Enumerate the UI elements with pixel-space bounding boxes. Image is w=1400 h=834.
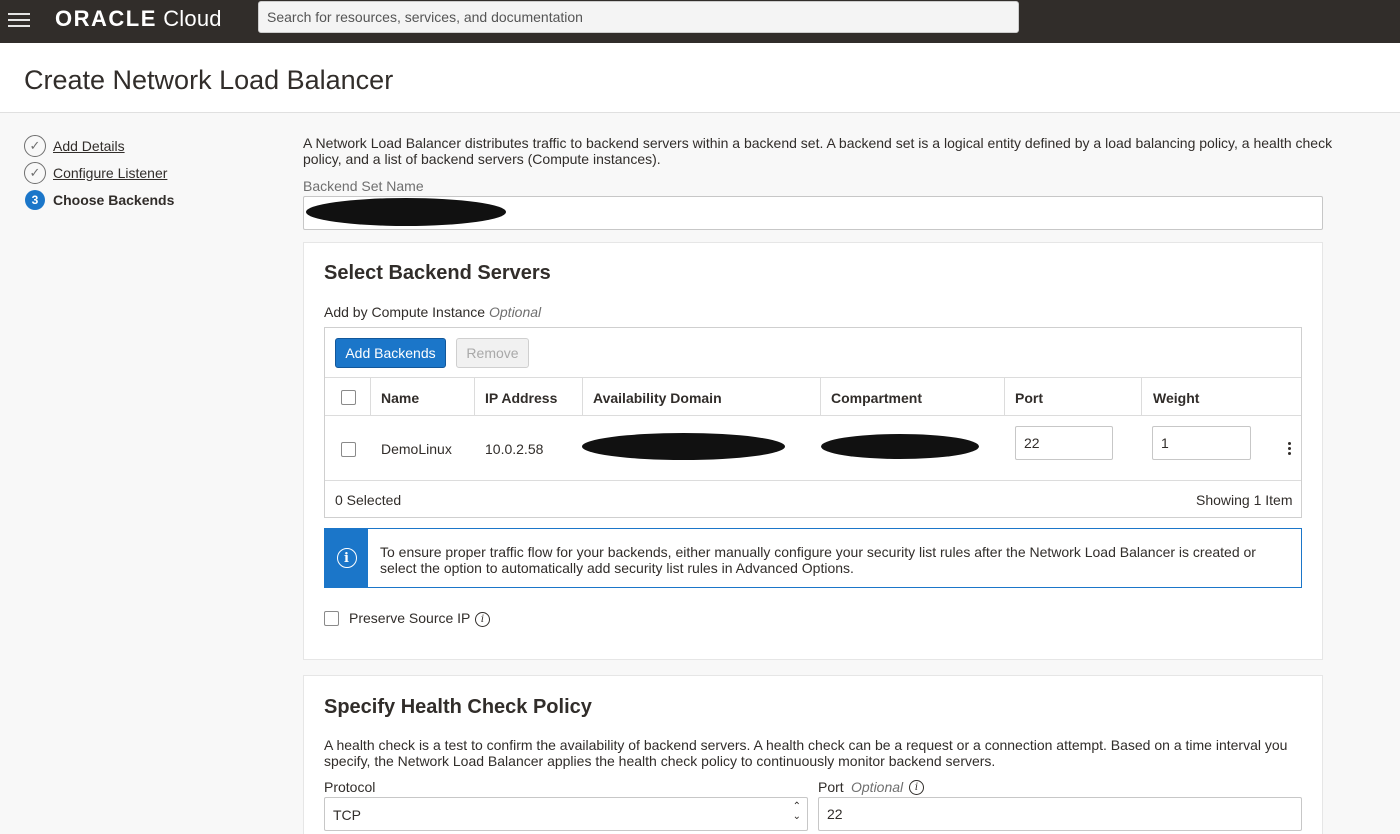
- info-strip: i: [325, 529, 368, 587]
- table-divider: [325, 377, 1301, 378]
- wizard-steps: ✓ Add Details ✓ Configure Listener 3 Cho…: [24, 132, 174, 213]
- page-title: Create Network Load Balancer: [24, 65, 394, 95]
- backend-set-name-label: Backend Set Name: [303, 178, 424, 194]
- row-weight-input[interactable]: [1152, 426, 1251, 460]
- step-link-add-details[interactable]: Add Details: [53, 138, 125, 154]
- remove-button[interactable]: Remove: [456, 338, 529, 368]
- row-name: DemoLinux: [381, 441, 452, 457]
- health-check-description: A health check is a test to confirm the …: [324, 737, 1288, 769]
- column-header-port[interactable]: Port: [1015, 390, 1043, 406]
- redacted-compartment: [821, 434, 979, 459]
- column-separator: [820, 378, 821, 415]
- select-arrows-icon: ⌃ ⌄: [792, 801, 801, 822]
- column-header-availability-domain[interactable]: Availability Domain: [593, 390, 722, 406]
- row-checkbox[interactable]: [341, 442, 356, 457]
- column-header-weight[interactable]: Weight: [1153, 390, 1199, 406]
- select-all-checkbox[interactable]: [341, 390, 356, 405]
- column-separator: [370, 378, 371, 415]
- checkmark-icon: ✓: [24, 134, 46, 157]
- oracle-cloud-logo[interactable]: ORACLE Cloud: [55, 6, 222, 32]
- column-separator: [474, 378, 475, 415]
- hamburger-menu-icon[interactable]: [6, 9, 32, 33]
- redacted-mark: [306, 198, 506, 226]
- port-optional-label: Optional: [851, 779, 904, 795]
- step-add-details[interactable]: ✓ Add Details: [24, 132, 174, 159]
- intro-text: A Network Load Balancer distributes traf…: [303, 135, 1333, 167]
- column-separator: [1141, 378, 1142, 415]
- optional-label: Optional: [489, 304, 542, 320]
- add-by-compute-label: Add by Compute Instance: [324, 304, 486, 320]
- health-check-port-input[interactable]: [818, 797, 1302, 831]
- showing-count: Showing 1 Item: [1196, 492, 1293, 508]
- redacted-availability-domain: [582, 433, 785, 460]
- step-link-configure-listener[interactable]: Configure Listener: [53, 165, 167, 181]
- column-separator: [582, 378, 583, 415]
- page-header: Create Network Load Balancer: [0, 43, 1400, 113]
- protocol-label: Protocol: [324, 779, 376, 795]
- table-divider: [325, 415, 1301, 416]
- checkmark-icon: ✓: [24, 161, 46, 184]
- protocol-value: TCP: [333, 807, 361, 823]
- add-backends-button[interactable]: Add Backends: [335, 338, 446, 368]
- help-info-icon[interactable]: i: [909, 780, 924, 795]
- row-ip: 10.0.2.58: [485, 441, 544, 457]
- top-nav-bar: ORACLE Cloud: [0, 0, 1400, 43]
- column-header-compartment[interactable]: Compartment: [831, 390, 922, 406]
- step-configure-listener[interactable]: ✓ Configure Listener: [24, 159, 174, 186]
- step-label-choose-backends: Choose Backends: [53, 191, 175, 208]
- info-icon: i: [336, 548, 357, 568]
- port-label: Port: [818, 779, 844, 795]
- table-divider: [325, 480, 1301, 481]
- row-port-input[interactable]: [1015, 426, 1113, 460]
- help-info-icon[interactable]: i: [475, 612, 490, 627]
- preserve-source-ip-label: Preserve Source IP: [349, 610, 471, 626]
- row-actions-kebab-icon[interactable]: [1288, 440, 1292, 457]
- info-alert: i To ensure proper traffic flow for your…: [324, 528, 1302, 588]
- info-alert-text: To ensure proper traffic flow for your b…: [380, 544, 1256, 576]
- health-check-title: Specify Health Check Policy: [324, 696, 592, 718]
- column-header-ip[interactable]: IP Address: [485, 390, 557, 406]
- column-separator: [1004, 378, 1005, 415]
- step-choose-backends: 3 Choose Backends: [24, 186, 174, 213]
- select-backends-title: Select Backend Servers: [324, 262, 551, 284]
- selected-count: 0 Selected: [335, 492, 402, 508]
- protocol-select[interactable]: TCP ⌃ ⌄: [324, 797, 808, 831]
- step-number-badge: 3: [25, 189, 45, 210]
- search-input[interactable]: [258, 1, 1019, 33]
- preserve-source-ip-checkbox[interactable]: [324, 611, 339, 626]
- column-header-name[interactable]: Name: [381, 390, 419, 406]
